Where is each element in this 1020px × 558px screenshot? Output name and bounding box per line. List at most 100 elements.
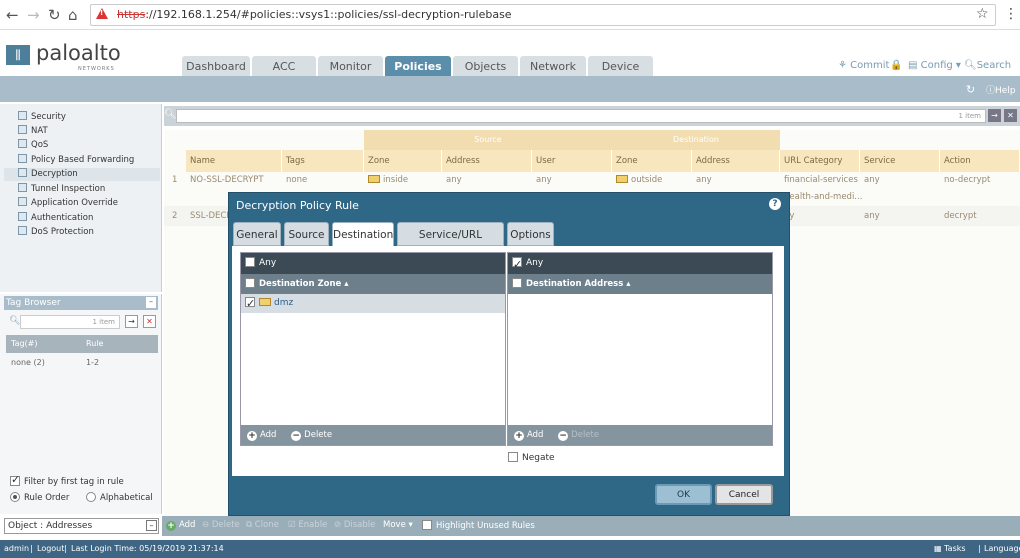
tab-policies[interactable]: Policies bbox=[385, 56, 451, 76]
lock-icon[interactable]: 🔒 bbox=[890, 60, 902, 71]
col-destination-zone[interactable]: Zone bbox=[612, 150, 692, 172]
select-all-checkbox[interactable] bbox=[245, 278, 255, 288]
ok-button[interactable]: OK bbox=[655, 484, 712, 505]
negate-option[interactable]: Negate bbox=[508, 452, 555, 463]
apply-filter-icon[interactable]: → bbox=[988, 109, 1001, 122]
object-addresses-bar[interactable]: Object : Addresses bbox=[4, 518, 159, 534]
col-source-zone[interactable]: Zone bbox=[364, 150, 442, 172]
tab-objects[interactable]: Objects bbox=[453, 56, 518, 76]
sidebar-item-security[interactable]: Security bbox=[18, 111, 66, 124]
rule-name[interactable]: SSL-DECR bbox=[186, 208, 232, 224]
highlight-checkbox[interactable] bbox=[422, 520, 432, 530]
collapse-icon[interactable]: – bbox=[146, 297, 156, 308]
back-icon[interactable]: ← bbox=[6, 6, 19, 24]
sidebar-item-nat[interactable]: NAT bbox=[18, 125, 48, 138]
any-address-label: Any bbox=[526, 258, 544, 268]
col-user[interactable]: User bbox=[532, 150, 612, 172]
sidebar-item-decryption[interactable]: Decryption bbox=[4, 168, 160, 181]
forward-icon[interactable]: → bbox=[27, 6, 40, 24]
any-zone-checkbox[interactable] bbox=[245, 257, 255, 267]
alphabetical-radio[interactable] bbox=[86, 492, 96, 502]
sidebar-item-qos[interactable]: QoS bbox=[18, 139, 48, 152]
clone-rule-button[interactable]: ⧉ Clone bbox=[246, 520, 279, 530]
commit-button[interactable]: ⚘ Commit bbox=[838, 60, 889, 71]
zone-column-label[interactable]: Destination Zone bbox=[259, 279, 341, 289]
tag-row-tag[interactable]: none (2) bbox=[11, 358, 45, 367]
col-name[interactable]: Name bbox=[186, 150, 282, 172]
sidebar-item-authentication[interactable]: Authentication bbox=[18, 212, 93, 225]
filter-checkbox[interactable] bbox=[10, 473, 20, 486]
any-zone-row[interactable]: Any bbox=[241, 253, 505, 274]
col-action[interactable]: Action bbox=[940, 150, 1020, 172]
sidebar-item-pbf[interactable]: Policy Based Forwarding bbox=[18, 154, 134, 167]
tab-network[interactable]: Network bbox=[520, 56, 586, 76]
filter-first-tag[interactable]: Filter by first tag in rule bbox=[10, 473, 124, 487]
rulebase-search-input[interactable]: 1 item bbox=[176, 109, 986, 123]
col-url-category[interactable]: URL Category bbox=[780, 150, 860, 172]
reload-icon[interactable]: ↻ bbox=[48, 6, 61, 24]
sidebar-item-tunnel-inspection[interactable]: Tunnel Inspection bbox=[18, 183, 105, 196]
clear-filter-icon[interactable]: ✕ bbox=[143, 315, 156, 328]
delete-label: Delete bbox=[211, 520, 240, 530]
negate-checkbox[interactable] bbox=[508, 452, 518, 462]
col-tag[interactable]: Tag(#) bbox=[11, 335, 38, 353]
search-button[interactable]: 🔍︎Search bbox=[964, 60, 1011, 71]
tab-source[interactable]: Source bbox=[284, 222, 329, 246]
add-zone-button[interactable]: + Add bbox=[247, 430, 276, 441]
sidebar-item-label: Application Override bbox=[31, 198, 118, 208]
tab-destination[interactable]: Destination bbox=[332, 222, 394, 247]
tab-service-url-category[interactable]: Service/URL Category bbox=[397, 222, 504, 265]
app-override-icon bbox=[18, 197, 27, 206]
add-rule-button[interactable]: + Add bbox=[166, 520, 195, 531]
tab-acc[interactable]: ACC bbox=[252, 56, 316, 76]
select-all-checkbox[interactable] bbox=[512, 278, 522, 288]
move-rule-button[interactable]: Move ▾ bbox=[383, 520, 413, 530]
apply-filter-icon[interactable]: → bbox=[125, 315, 138, 328]
home-icon[interactable]: ⌂ bbox=[68, 6, 78, 24]
zone-checkbox[interactable] bbox=[245, 294, 255, 313]
address-bar[interactable]: https://192.168.1.254/#policies::vsys1::… bbox=[90, 4, 996, 26]
help-icon[interactable]: ? bbox=[769, 198, 781, 210]
language-button[interactable]: Language bbox=[984, 540, 1020, 558]
tab-options[interactable]: Options bbox=[507, 222, 554, 246]
alphabetical-option[interactable]: Alphabetical bbox=[86, 492, 153, 503]
clear-filter-icon[interactable]: ✕ bbox=[1004, 109, 1017, 122]
logout-link[interactable]: Logout bbox=[37, 540, 64, 558]
any-address-row[interactable]: Any bbox=[508, 253, 772, 275]
menu-icon[interactable]: ⋮ bbox=[1004, 6, 1018, 22]
highlight-unused-toggle[interactable]: Highlight Unused Rules bbox=[422, 520, 535, 531]
col-source-address[interactable]: Address bbox=[442, 150, 532, 172]
delete-zone-button[interactable]: − Delete bbox=[291, 430, 332, 441]
tasks-button[interactable]: ▦ Tasks bbox=[934, 540, 966, 558]
rule-number: 2 bbox=[172, 211, 178, 221]
bookmark-star-icon[interactable]: ☆ bbox=[976, 6, 989, 22]
rule-name[interactable]: NO-SSL-DECRYPT bbox=[186, 172, 264, 188]
rule-order-radio[interactable] bbox=[10, 492, 20, 502]
col-service[interactable]: Service bbox=[860, 150, 940, 172]
any-address-checkbox[interactable] bbox=[512, 254, 522, 275]
col-tags[interactable]: Tags bbox=[282, 150, 364, 172]
sidebar-item-app-override[interactable]: Application Override bbox=[18, 197, 118, 210]
tab-device[interactable]: Device bbox=[588, 56, 653, 76]
sidebar-item-dos-protection[interactable]: DoS Protection bbox=[18, 226, 94, 239]
tab-dashboard[interactable]: Dashboard bbox=[182, 56, 250, 76]
cancel-button[interactable]: Cancel bbox=[715, 484, 773, 505]
refresh-icon[interactable]: ↻ bbox=[966, 83, 975, 96]
address-column-label[interactable]: Destination Address bbox=[526, 279, 623, 289]
config-button[interactable]: ▤ Config ▾ bbox=[908, 60, 961, 71]
disable-rule-button[interactable]: ⊘ Disable bbox=[334, 520, 375, 530]
minus-icon: − bbox=[291, 431, 302, 441]
tab-general[interactable]: General bbox=[233, 222, 281, 246]
col-rule[interactable]: Rule bbox=[86, 335, 103, 353]
list-item[interactable]: dmz bbox=[241, 294, 505, 313]
expand-icon[interactable]: – bbox=[146, 520, 157, 531]
enable-rule-button[interactable]: ☑ Enable bbox=[288, 520, 327, 530]
tab-monitor[interactable]: Monitor bbox=[318, 56, 383, 76]
delete-rule-button[interactable]: ⊖ Delete bbox=[202, 520, 240, 530]
help-button[interactable]: ⓘHelp bbox=[986, 83, 1016, 96]
delete-address-button[interactable]: − Delete bbox=[558, 430, 599, 441]
tag-search-input[interactable]: 1 item bbox=[20, 315, 120, 329]
col-destination-address[interactable]: Address bbox=[692, 150, 780, 172]
add-address-button[interactable]: + Add bbox=[514, 430, 543, 441]
rule-order-option[interactable]: Rule Order bbox=[10, 492, 69, 503]
